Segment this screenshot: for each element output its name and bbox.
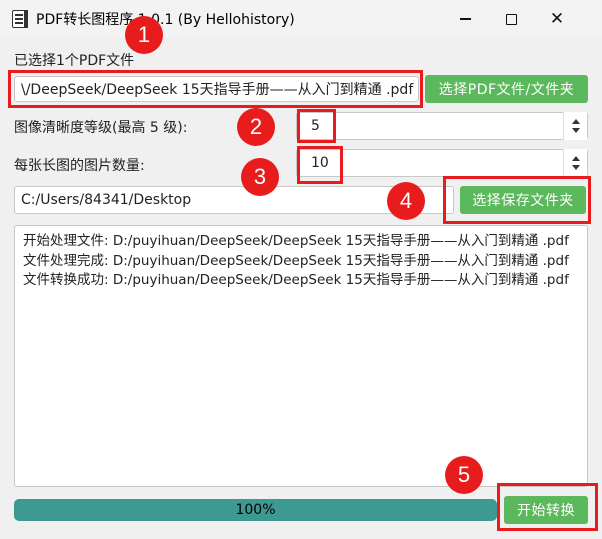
maximize-button[interactable]	[488, 0, 534, 38]
chevron-down-icon[interactable]	[571, 165, 580, 170]
select-save-folder-button[interactable]: 选择保存文件夹	[460, 186, 586, 214]
clarity-value: 5	[311, 118, 320, 134]
step-badge-4: 4	[387, 182, 425, 220]
log-line: 文件处理完成: D:/puyihuan/DeepSeek/DeepSeek 15…	[23, 252, 569, 269]
step-badge-5: 5	[445, 456, 483, 494]
minimize-icon	[459, 18, 471, 20]
close-icon: ✕	[549, 9, 565, 29]
images-count-spinbox[interactable]: 10	[296, 149, 588, 177]
progress-bar: 100%	[14, 499, 497, 521]
step-badge-1: 1	[125, 16, 163, 54]
step-badge-3: 3	[241, 158, 279, 196]
minimize-button[interactable]	[442, 0, 488, 38]
step-badge-2: 2	[237, 108, 275, 146]
title-bar: PDF转长图程序 1.0.1 (By Hellohistory) ✕	[0, 0, 602, 38]
progress-label: 100%	[235, 502, 276, 518]
clarity-stepper[interactable]	[563, 112, 587, 140]
clarity-label: 图像清晰度等级(最高 5 级):	[14, 120, 188, 136]
start-convert-button[interactable]: 开始转换	[504, 496, 588, 524]
close-button[interactable]: ✕	[534, 0, 580, 38]
chevron-up-icon[interactable]	[571, 156, 580, 161]
pdf-selected-label: 已选择1个PDF文件	[14, 53, 135, 69]
log-output[interactable]: 开始处理文件: D:/puyihuan/DeepSeek/DeepSeek 15…	[14, 225, 588, 487]
maximize-icon	[505, 13, 517, 25]
images-count-stepper[interactable]	[563, 149, 587, 177]
log-line: 文件转换成功: D:/puyihuan/DeepSeek/DeepSeek 15…	[23, 272, 569, 288]
images-count-value: 10	[311, 155, 329, 171]
document-icon	[12, 10, 28, 28]
images-count-label: 每张长图的图片数量:	[14, 158, 145, 174]
pdf-path-input[interactable]: \/DeepSeek/DeepSeek 15天指导手册——从入门到精通 .pdf	[14, 76, 419, 102]
window-title: PDF转长图程序 1.0.1 (By Hellohistory)	[36, 12, 295, 28]
chevron-down-icon[interactable]	[571, 128, 580, 133]
log-line: 开始处理文件: D:/puyihuan/DeepSeek/DeepSeek 15…	[23, 233, 569, 249]
chevron-up-icon[interactable]	[571, 119, 580, 124]
clarity-spinbox[interactable]: 5	[296, 112, 588, 140]
select-pdf-button[interactable]: 选择PDF文件/文件夹	[425, 75, 588, 103]
